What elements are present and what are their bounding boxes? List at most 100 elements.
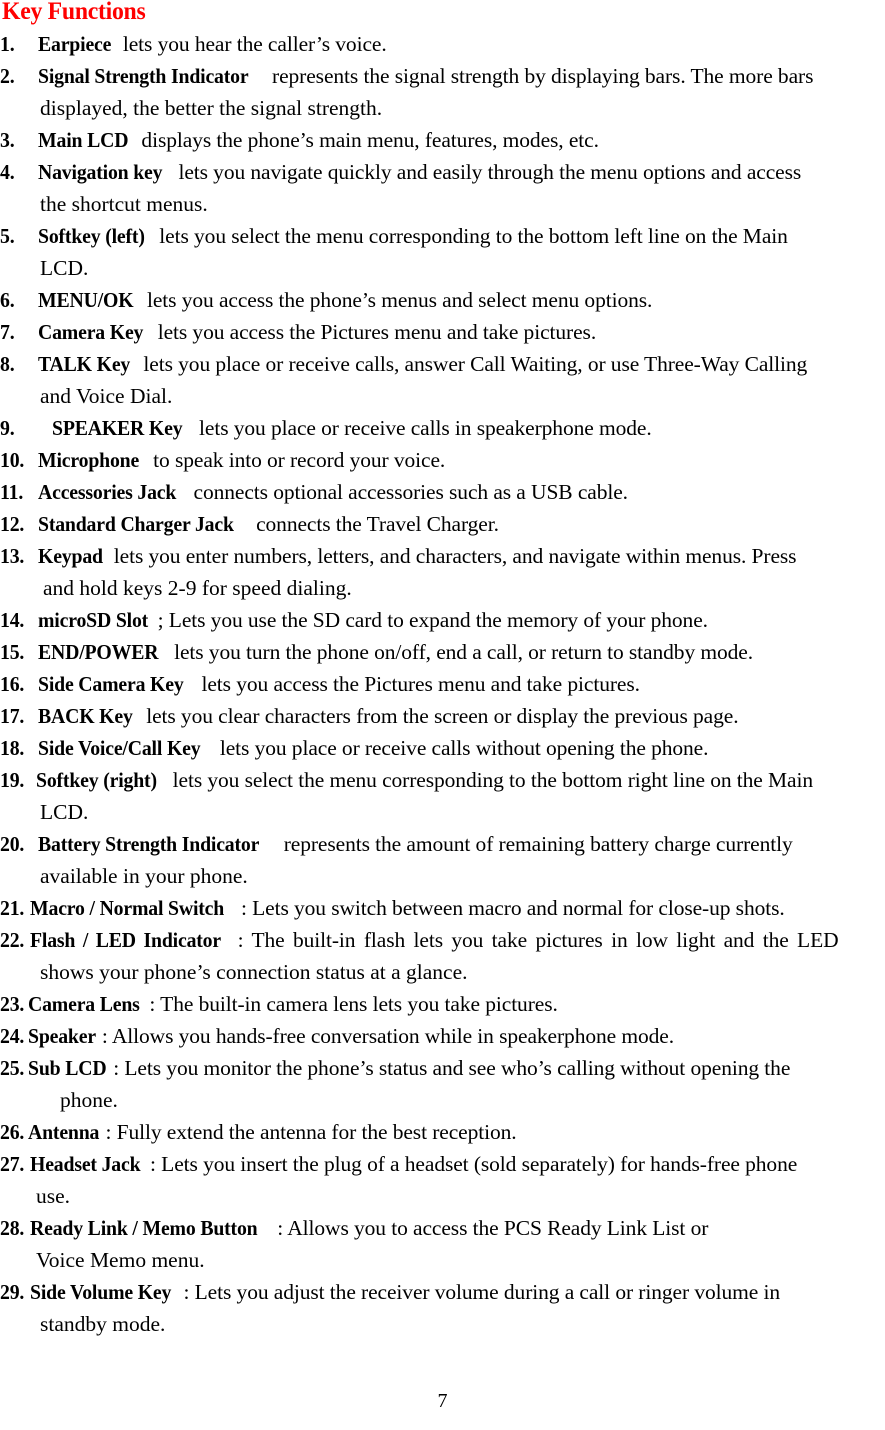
list-item-number: 29.: [0, 1280, 25, 1304]
list-item-first-line: 18. Side Voice/Call Key lets you place or…: [0, 732, 885, 764]
list-item-continuation-line: LCD.: [40, 800, 89, 824]
list-item-term: MENU/OK: [38, 288, 134, 312]
list-item-term: Softkey (right): [36, 768, 157, 792]
list-item-term: Headset Jack: [30, 1152, 141, 1176]
list-item: 9. SPEAKER Key lets you place or receive …: [0, 412, 885, 444]
list-item: 26. Antenna: Fully extend the antenna for…: [0, 1116, 885, 1148]
list-item-first-line: 19. Softkey (right) lets you select the m…: [0, 764, 885, 796]
list-item-continuation-line: shows your phone’s connection status at …: [40, 960, 468, 984]
list-item: 3. Main LCD displays the phone’s main men…: [0, 124, 885, 156]
list-item-term: Side Voice/Call Key: [38, 736, 201, 760]
list-item-first-line: 28. Ready Link / Memo Button: Allows you …: [0, 1212, 885, 1244]
list-item-number: 27.: [0, 1152, 25, 1176]
list-item-description: lets you access the Pictures menu and ta…: [152, 320, 597, 344]
list-item-number: 13.: [0, 544, 25, 568]
list-item-number: 22.: [0, 928, 25, 952]
list-item: 18. Side Voice/Call Key lets you place or…: [0, 732, 885, 764]
list-item-term: Signal Strength Indicator: [38, 64, 249, 88]
list-item-number: 21.: [0, 896, 25, 920]
list-item: 24. Speaker: Allows you hands-free conver…: [0, 1020, 885, 1052]
list-item-continuation-line: standby mode.: [40, 1312, 166, 1336]
list-item: 4. Navigation key lets you navigate quick…: [0, 156, 885, 220]
list-item-first-line: 13. Keypad lets you enter numbers, letter…: [0, 540, 885, 572]
list-item-number: 10.: [0, 448, 25, 472]
list-item-term: Softkey (left): [38, 224, 145, 248]
list-item-description: : Fully extend the antenna for the best …: [105, 1120, 517, 1144]
key-functions-list: 1. Earpiece lets you hear the caller’s vo…: [0, 28, 885, 1340]
list-item-number: 23.: [0, 992, 25, 1016]
list-item: 20. Battery Strength Indicator represents…: [0, 828, 885, 892]
list-item-continuation-line: available in your phone.: [40, 864, 248, 888]
list-item-first-line: 10. Microphone to speak into or record yo…: [0, 444, 885, 476]
list-item-continuation-line: and hold keys 2-9 for speed dialing.: [43, 576, 352, 600]
document-page: Key Functions 1. Earpiece lets you hear t…: [0, 0, 885, 1430]
list-item-first-line: 26. Antenna: Fully extend the antenna for…: [0, 1116, 885, 1148]
list-item-term: Standard Charger Jack: [38, 512, 234, 536]
list-item-continuation-line: LCD.: [40, 256, 89, 280]
list-item-first-line: 12. Standard Charger Jack connects the Tr…: [0, 508, 885, 540]
list-item-first-line: 6. MENU/OK lets you access the phone’s me…: [0, 284, 885, 316]
list-item-term: Camera Lens: [28, 992, 140, 1016]
list-item-description: : The built-in camera lens lets you take…: [149, 992, 558, 1016]
list-item-continuation-line: use.: [36, 1184, 71, 1208]
list-item-description: lets you access the phone’s menus and se…: [141, 288, 653, 312]
list-item-number: 28.: [0, 1216, 25, 1240]
list-item-term: SPEAKER Key: [52, 416, 183, 440]
list-item-number: 15.: [0, 640, 25, 664]
list-item-term: Speaker: [28, 1024, 96, 1048]
list-item: 16. Side Camera Key lets you access the P…: [0, 668, 885, 700]
list-item-term: microSD Slot: [38, 608, 149, 632]
list-item-number: 26.: [0, 1120, 25, 1144]
list-item-description: : Allows you hands-free conversation whi…: [101, 1024, 675, 1048]
list-item-description: : The built-in flash lets you take pictu…: [237, 928, 839, 952]
list-item-description: : Lets you monitor the phone’s status an…: [113, 1056, 791, 1080]
list-item-first-line: 1. Earpiece lets you hear the caller’s vo…: [0, 28, 885, 60]
list-item-term: Macro / Normal Switch: [30, 896, 225, 920]
list-item-continuation-line: displayed, the better the signal strengt…: [40, 96, 383, 120]
list-item-term: TALK Key: [38, 352, 131, 376]
list-item-first-line: 22. Flash / LED Indicator: The built-in f…: [0, 924, 885, 956]
list-item-description: lets you clear characters from the scree…: [140, 704, 739, 728]
list-item: 11. Accessories Jack connects optional ac…: [0, 476, 885, 508]
list-item: 2. Signal Strength Indicator represents t…: [0, 60, 885, 124]
list-item-number: 4.: [0, 160, 15, 184]
list-item-term: Microphone: [38, 448, 140, 472]
list-item: 27. Headset Jack : Lets you insert the plu…: [0, 1148, 885, 1212]
list-item-number: 1.: [0, 32, 15, 56]
list-item-term: Accessories Jack: [38, 480, 177, 504]
list-item-description: lets you hear the caller’s voice.: [117, 32, 387, 56]
list-item: 25. Sub LCD: Lets you monitor the phone’s…: [0, 1052, 885, 1116]
list-item: 29. Side Volume Key: Lets you adjust the …: [0, 1276, 885, 1340]
list-item: 22. Flash / LED Indicator: The built-in f…: [0, 924, 885, 988]
list-item-number: 25.: [0, 1056, 25, 1080]
list-item: 7. Camera Key lets you access the Picture…: [0, 316, 885, 348]
list-item-number: 24.: [0, 1024, 25, 1048]
list-item-first-line: 2. Signal Strength Indicator represents t…: [0, 60, 885, 92]
list-item: 12. Standard Charger Jack connects the Tr…: [0, 508, 885, 540]
list-item-first-line: 7. Camera Key lets you access the Picture…: [0, 316, 885, 348]
list-item: 14. microSD Slot ; Lets you use the SD car…: [0, 604, 885, 636]
list-item-description: : Lets you insert the plug of a headset …: [150, 1152, 798, 1176]
list-item: 1. Earpiece lets you hear the caller’s vo…: [0, 28, 885, 60]
list-item-description: lets you select the menu corresponding t…: [167, 768, 813, 792]
list-item: 6. MENU/OK lets you access the phone’s me…: [0, 284, 885, 316]
list-item-description: lets you navigate quickly and easily thr…: [173, 160, 802, 184]
list-item: 8. TALK Key lets you place or receive cal…: [0, 348, 885, 412]
list-item-number: 11.: [0, 480, 24, 504]
list-item-description: lets you enter numbers, letters, and cha…: [108, 544, 797, 568]
list-item-term: BACK Key: [38, 704, 133, 728]
list-item-description: lets you place or receive calls in speak…: [193, 416, 652, 440]
list-item-first-line: 21. Macro / Normal Switch : Lets you switc…: [0, 892, 885, 924]
list-item-description: lets you turn the phone on/off, end a ca…: [168, 640, 754, 664]
list-item-description: ; Lets you use the SD card to expand the…: [157, 608, 708, 632]
list-item-description: : Lets you switch between macro and norm…: [240, 896, 785, 920]
list-item-number: 6.: [0, 288, 15, 312]
list-item-term: END/POWER: [38, 640, 159, 664]
list-item-description: lets you select the menu corresponding t…: [154, 224, 788, 248]
list-item: 15. END/POWER lets you turn the phone on/…: [0, 636, 885, 668]
list-item-number: 9.: [0, 416, 15, 440]
list-item-term: Navigation key: [38, 160, 163, 184]
list-item-number: 8.: [0, 352, 15, 376]
page-number: 7: [437, 1390, 448, 1412]
list-item-number: 5.: [0, 224, 15, 248]
